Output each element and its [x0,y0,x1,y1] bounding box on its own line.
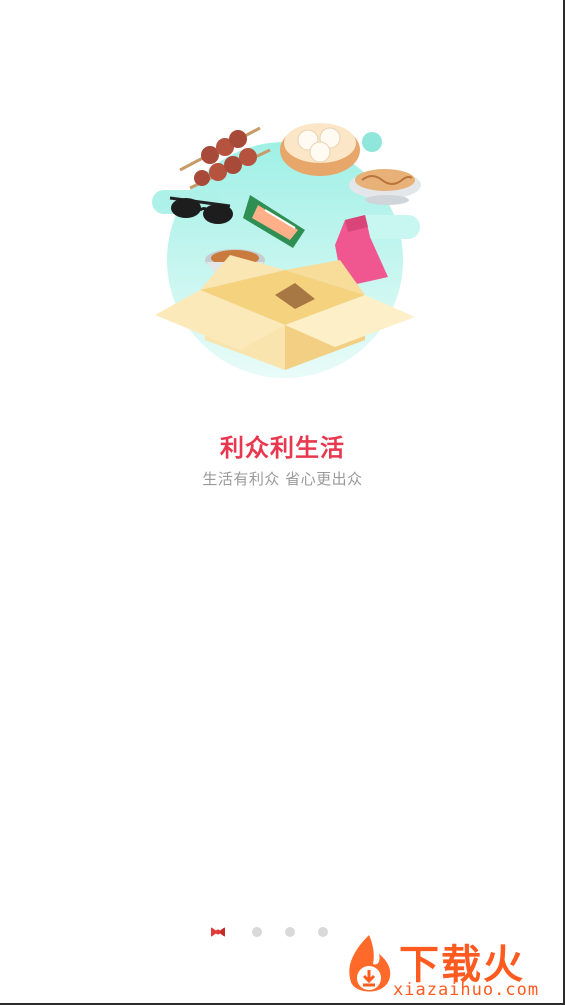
steamer-bun-icon [280,123,360,176]
page-dot-active bow-icon[interactable] [210,924,226,940]
onboarding-title: 利众利生活 [220,434,345,462]
watermark: 下载火 xiazaihuo.com [339,930,559,1002]
onboarding-illustration [152,123,421,378]
page-dot-3[interactable] [285,927,295,937]
onboarding-subtitle: 生活有利众 省心更出众 [202,470,363,488]
flame-download-icon [349,935,391,992]
page-indicator [210,924,340,940]
watermark-domain: xiazaihuo.com [393,980,540,1000]
page-dot-4[interactable] [318,927,328,937]
page-dot-2[interactable] [252,927,262,937]
